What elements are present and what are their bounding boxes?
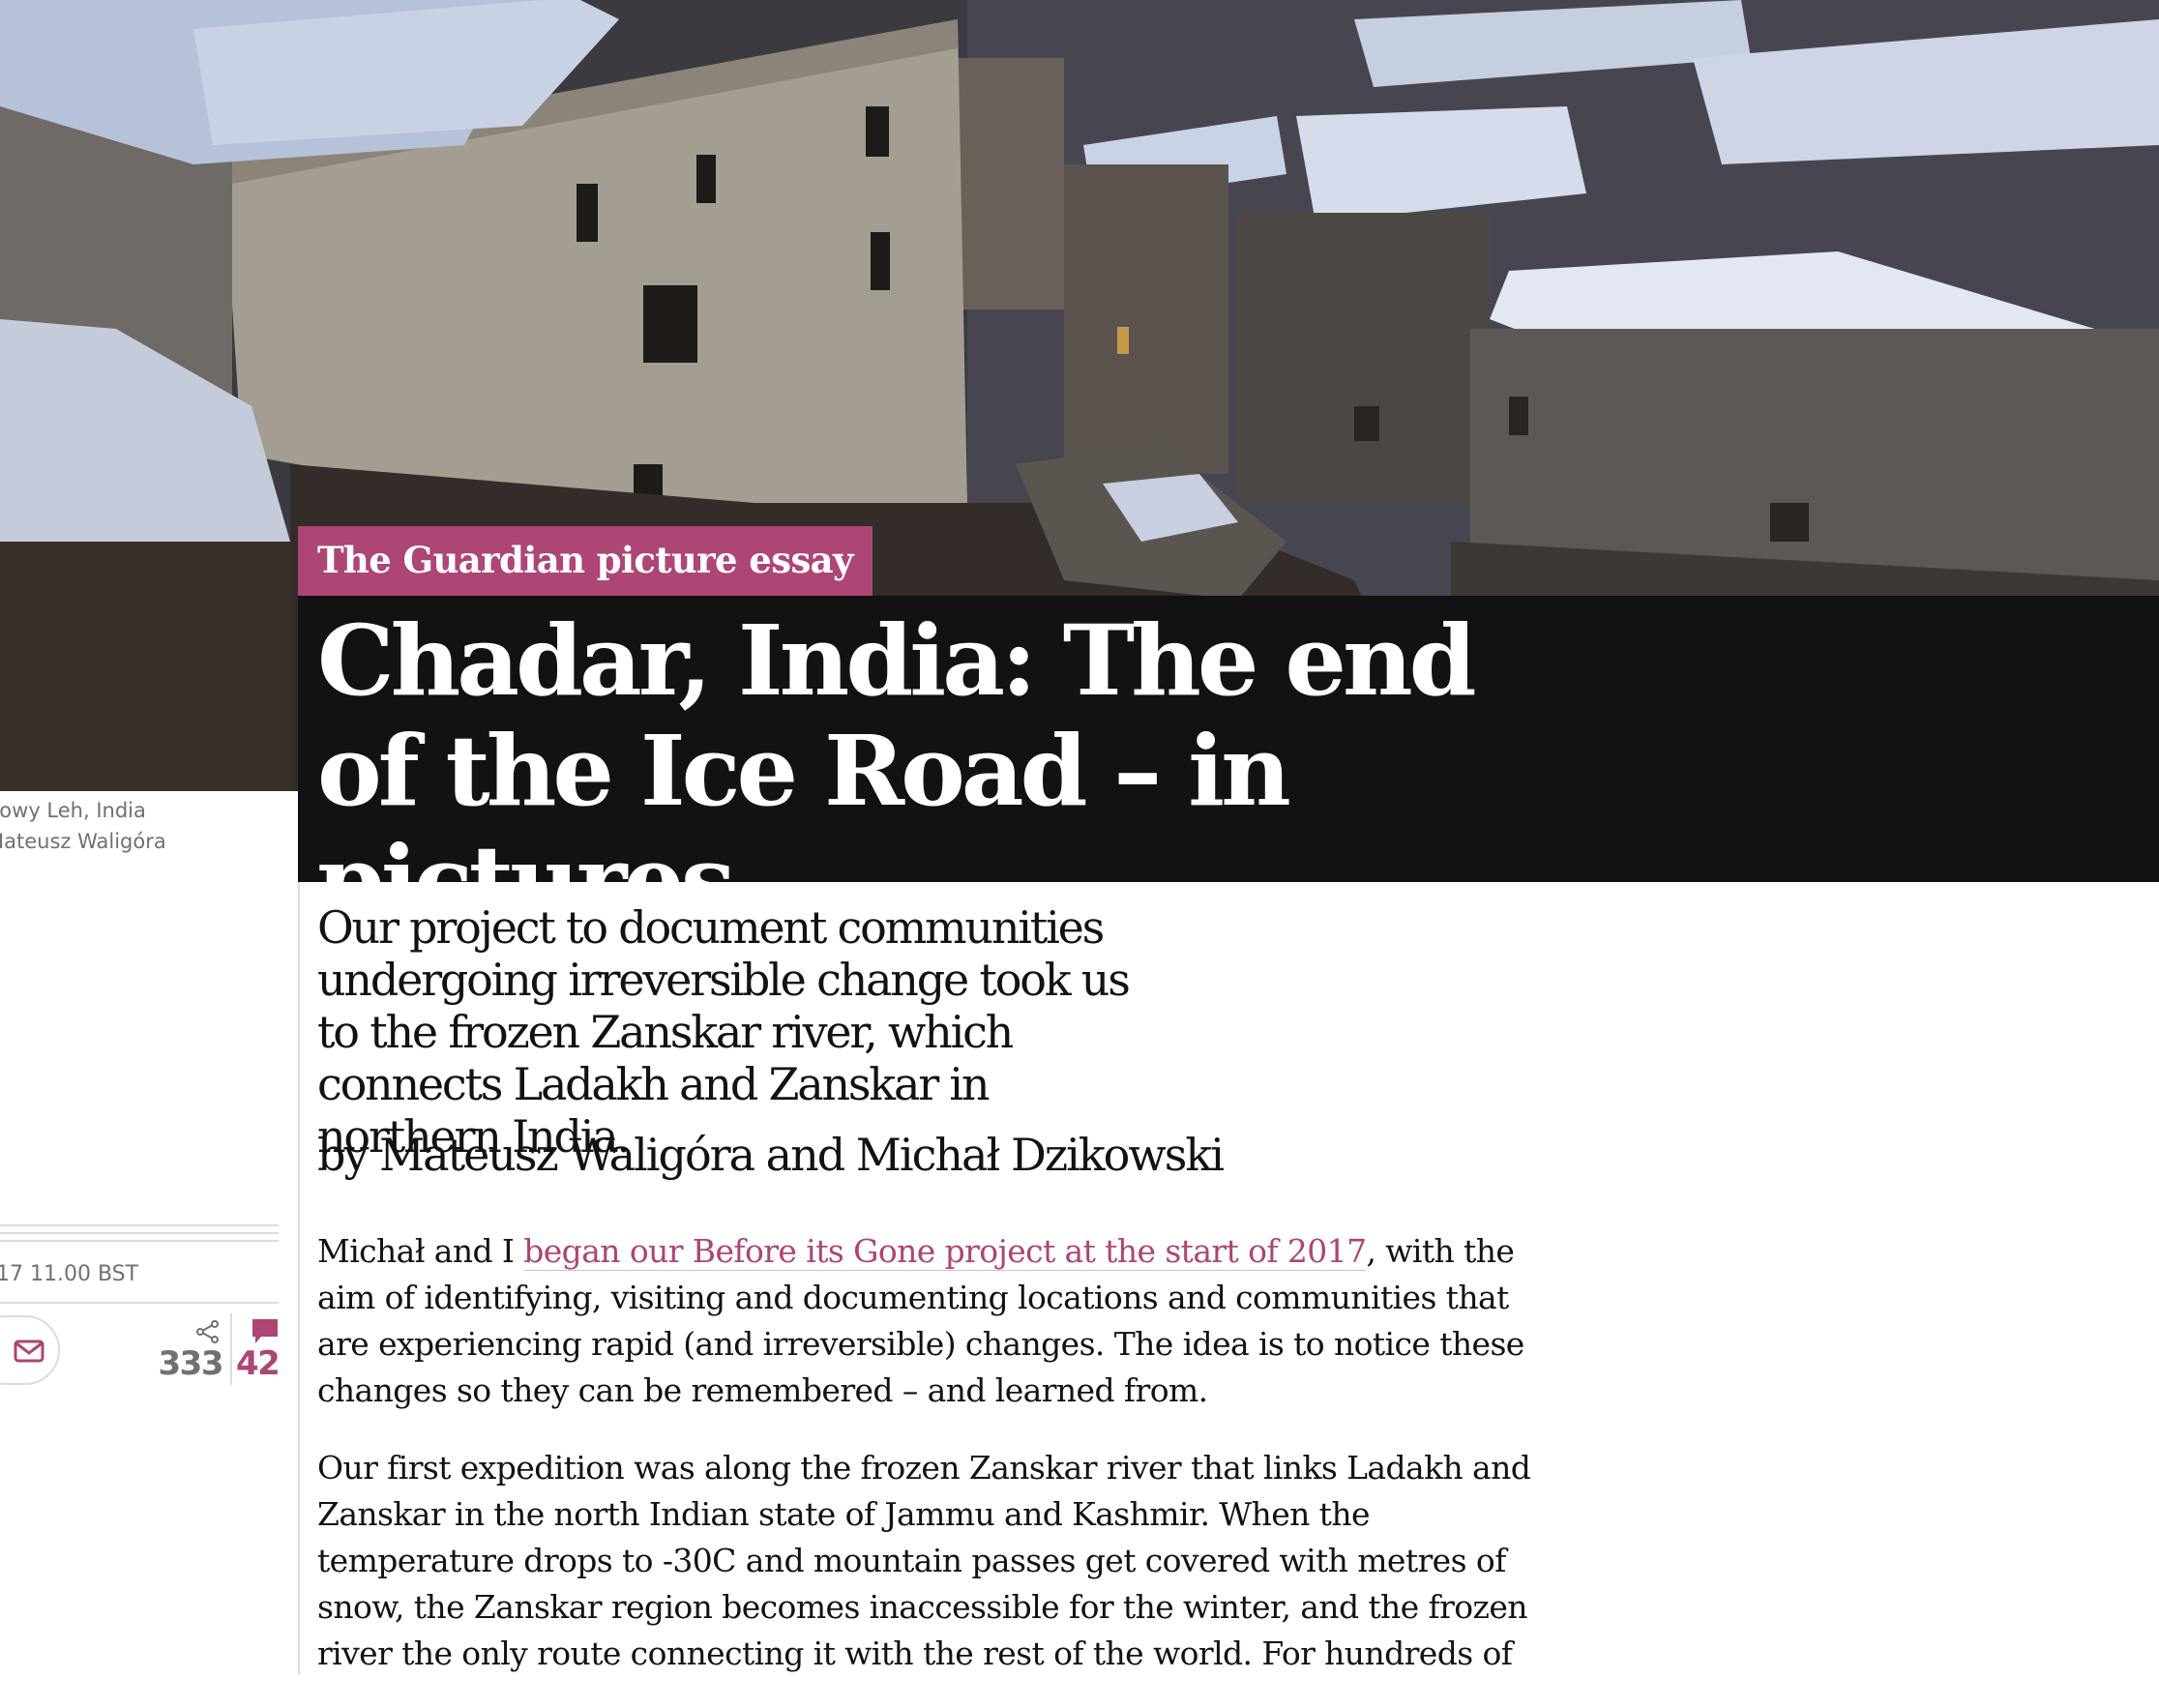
- byline: by Mateusz Waligóra and Michał Dzikowski: [317, 1129, 1225, 1181]
- body-paragraph: Michał and I began our Before its Gone p…: [317, 1228, 1536, 1414]
- share-icon[interactable]: [195, 1319, 221, 1344]
- meta-rule: [0, 1240, 279, 1242]
- caption-credit: Mateusz Waligóra: [0, 830, 166, 853]
- meta-rule: [0, 1232, 279, 1234]
- project-link[interactable]: began our Before its Gone project at the…: [523, 1232, 1367, 1271]
- standfirst: Our project to document communities unde…: [317, 901, 1131, 1163]
- series-kicker[interactable]: The Guardian picture essay: [298, 526, 872, 596]
- meta-rule: [0, 1224, 279, 1226]
- body-paragraph: Our first expedition was along the froze…: [317, 1449, 1531, 1672]
- share-count: 333: [158, 1344, 224, 1383]
- meta-rules: [0, 1224, 279, 1248]
- comment-count[interactable]: 42: [236, 1344, 284, 1383]
- article-body: Michał and I began our Before its Gone p…: [317, 1228, 1536, 1708]
- paragraph-text: Michał and I: [317, 1232, 524, 1270]
- email-icon: [14, 1340, 44, 1363]
- hero-caption: nowy Leh, India Mateusz Waligóra: [0, 795, 290, 857]
- publish-time: 17 11.00 BST: [0, 1262, 139, 1286]
- meta-divider: [0, 1302, 279, 1304]
- comment-icon[interactable]: [250, 1317, 281, 1346]
- page-title: Chadar, India: The end of the Ice Road –…: [317, 604, 1477, 938]
- dateline: 17 11.00 BST: [0, 1259, 290, 1290]
- column-divider: [298, 882, 300, 1675]
- count-divider: [230, 1313, 232, 1385]
- headline-container: Chadar, India: The end of the Ice Road –…: [298, 596, 2159, 936]
- email-share-button[interactable]: [0, 1315, 60, 1385]
- caption-location: nowy Leh, India: [0, 799, 146, 822]
